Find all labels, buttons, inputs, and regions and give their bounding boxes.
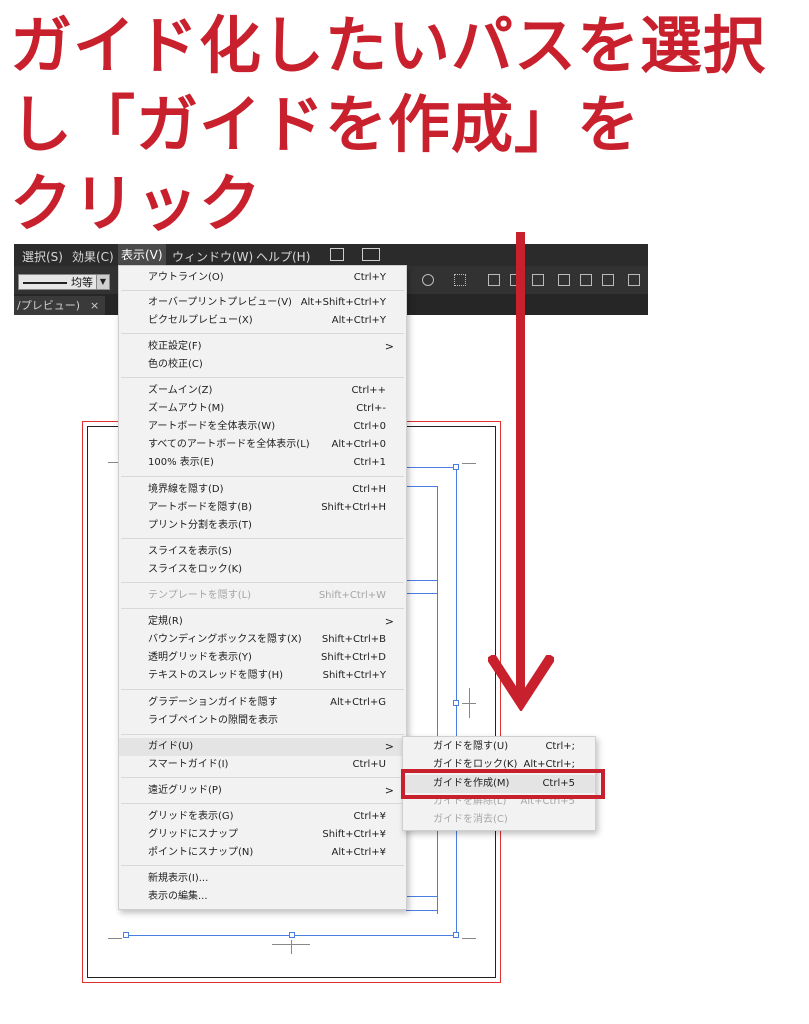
menu-item-hide-bounding-box[interactable]: バウンディングボックスを隠す(X) Shift+Ctrl+B: [119, 631, 406, 649]
align-left-icon[interactable]: [488, 274, 500, 286]
menu-item-edit-views[interactable]: 表示の編集...: [119, 888, 406, 906]
anchor-point[interactable]: [123, 932, 129, 938]
path-edge-inner: [437, 486, 438, 914]
menu-item-live-paint-gaps[interactable]: ライブペイントの隙間を表示: [119, 712, 406, 730]
align-middle-icon[interactable]: [580, 274, 592, 286]
crop-mark: [291, 940, 292, 954]
distribute-icon[interactable]: [628, 274, 640, 286]
heading-line-1: ガイド化したいパスを選択: [10, 9, 767, 82]
menu-item-snap-to-grid[interactable]: グリッドにスナップ Shift+Ctrl+¥: [119, 826, 406, 844]
stroke-line-icon: [23, 282, 67, 284]
stroke-profile-label: 均等: [71, 276, 93, 289]
menu-item-actual-size[interactable]: 100% 表示(E) Ctrl+1: [119, 454, 406, 472]
menu-bar: 選択(S) 効果(C) 表示(V) ウィンドウ(W) ヘルプ(H): [14, 244, 648, 266]
path-segment: [406, 896, 438, 897]
instruction-heading: ガイド化したいパスを選択 し「ガイドを作成」を クリック: [10, 6, 809, 243]
menu-item-zoom-in[interactable]: ズームイン(Z) Ctrl++: [119, 382, 406, 400]
menu-item-fit-artboard[interactable]: アートボードを全体表示(W) Ctrl+0: [119, 418, 406, 436]
bridge-icon[interactable]: [330, 248, 344, 261]
menu-item-perspective-grid[interactable]: 遠近グリッド(P) >: [119, 782, 406, 800]
select-similar-icon[interactable]: [454, 274, 466, 286]
menu-item-hide-artboards[interactable]: アートボードを隠す(B) Shift+Ctrl+H: [119, 499, 406, 517]
anchor-point[interactable]: [453, 700, 459, 706]
close-tab-icon[interactable]: ×: [90, 299, 99, 312]
menu-item-lock-slices[interactable]: スライスをロック(K): [119, 561, 406, 579]
pointer-arrow-shaft: [516, 232, 525, 694]
menu-item-hide-gradient-annotator[interactable]: グラデーションガイドを隠す Alt+Ctrl+G: [119, 694, 406, 712]
path-edge-top: [406, 467, 457, 468]
stroke-dropdown-icon[interactable]: ▼: [96, 274, 110, 290]
anchor-point[interactable]: [453, 464, 459, 470]
path-segment: [406, 910, 438, 911]
align-bottom-icon[interactable]: [602, 274, 614, 286]
menu-effect[interactable]: 効果(C): [72, 248, 114, 265]
menu-select[interactable]: 選択(S): [22, 248, 63, 265]
heading-line-3: クリック: [10, 167, 263, 240]
menu-item-show-grid[interactable]: グリッドを表示(G) Ctrl+¥: [119, 808, 406, 826]
menu-window[interactable]: ウィンドウ(W): [172, 248, 253, 265]
menu-item-overprint-preview[interactable]: オーバープリントプレビュー(V) Alt+Shift+Ctrl+Y: [119, 294, 406, 312]
menu-item-proof-colors[interactable]: 色の校正(C): [119, 356, 406, 374]
menu-item-rulers[interactable]: 定規(R) >: [119, 613, 406, 631]
arrange-documents-icon[interactable]: [362, 248, 380, 261]
menu-item-snap-to-point[interactable]: ポイントにスナップ(N) Alt+Ctrl+¥: [119, 844, 406, 862]
menu-item-smart-guides[interactable]: スマートガイド(I) Ctrl+U: [119, 756, 406, 774]
path-segment: [406, 580, 438, 581]
crop-mark: [469, 688, 470, 718]
menu-item-show-slices[interactable]: スライスを表示(S): [119, 543, 406, 561]
menu-item-zoom-out[interactable]: ズームアウト(M) Ctrl+-: [119, 400, 406, 418]
submenu-item-hide-guides[interactable]: ガイドを隠す(U) Ctrl+;: [403, 738, 595, 756]
menu-item-transparency-grid[interactable]: 透明グリッドを表示(Y) Shift+Ctrl+D: [119, 649, 406, 667]
menu-item-proof-setup[interactable]: 校正設定(F) >: [119, 338, 406, 356]
align-top-icon[interactable]: [558, 274, 570, 286]
recolor-icon[interactable]: [422, 274, 434, 286]
menu-item-pixel-preview[interactable]: ピクセルプレビュー(X) Alt+Ctrl+Y: [119, 312, 406, 330]
menu-item-new-view[interactable]: 新規表示(I)...: [119, 870, 406, 888]
path-segment: [406, 593, 438, 594]
crop-mark: [462, 463, 476, 464]
make-guides-highlight-box: [401, 769, 605, 799]
anchor-point[interactable]: [453, 932, 459, 938]
menu-item-fit-all[interactable]: すべてのアートボードを全体表示(L) Alt+Ctrl+0: [119, 436, 406, 454]
menu-item-hide-text-threads[interactable]: テキストのスレッドを隠す(H) Shift+Ctrl+Y: [119, 667, 406, 685]
menu-item-outline[interactable]: アウトライン(O) Ctrl+Y: [119, 269, 406, 287]
menu-item-hide-template: テンプレートを隠す(L) Shift+Ctrl+W: [148, 590, 386, 601]
document-tab-label: /プレビュー): [17, 299, 80, 312]
document-tab[interactable]: /プレビュー) ×: [14, 296, 106, 315]
view-menu-dropdown: アウトライン(O) Ctrl+Y オーバープリントプレビュー(V) Alt+Shif…: [118, 265, 407, 910]
submenu-item-clear-guides: ガイドを消去(C): [433, 814, 508, 825]
heading-line-2: し「ガイドを作成」を: [10, 88, 641, 161]
crop-mark: [108, 938, 122, 939]
menu-item-print-tiling[interactable]: プリント分割を表示(T): [119, 517, 406, 535]
anchor-point[interactable]: [289, 932, 295, 938]
crop-mark: [462, 938, 476, 939]
path-edge-top-inner: [406, 486, 438, 487]
menu-help[interactable]: ヘルプ(H): [256, 248, 310, 265]
menu-item-hide-edges[interactable]: 境界線を隠す(D) Ctrl+H: [119, 481, 406, 499]
align-right-icon[interactable]: [532, 274, 544, 286]
menu-item-guides[interactable]: ガイド(U) >: [119, 738, 406, 756]
menu-view[interactable]: 表示(V): [118, 244, 166, 266]
